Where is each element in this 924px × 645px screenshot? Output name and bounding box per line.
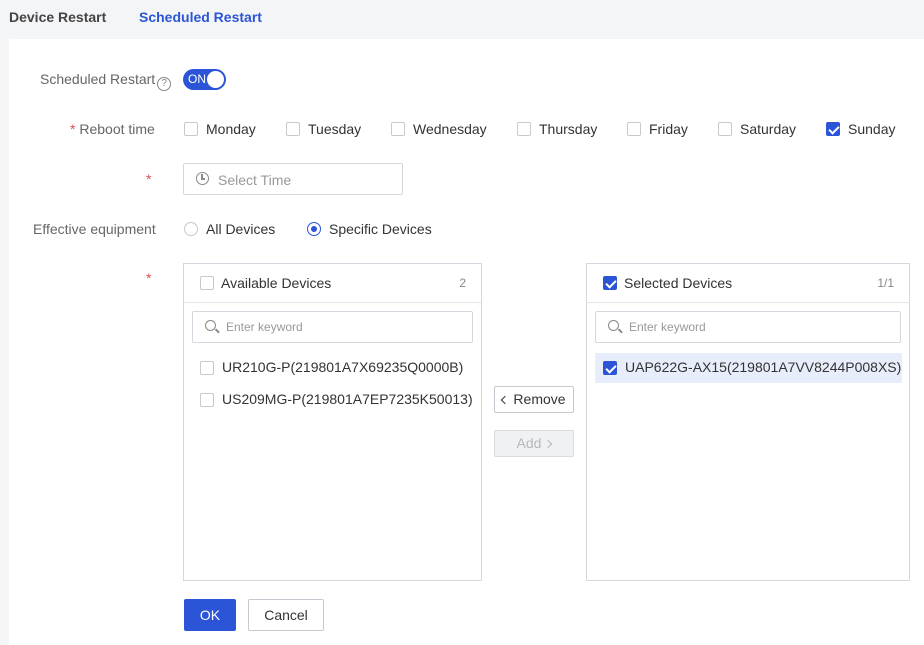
time-required-mark: * (146, 171, 152, 187)
devices-required-mark: * (146, 270, 152, 286)
available-devices-panel: Available Devices 2 Enter keyword UR210G… (183, 263, 482, 581)
scheduled-restart-toggle[interactable]: ON (183, 69, 226, 90)
list-item[interactable]: UAP622G-AX15(219801A7VV8244P008XS) (595, 353, 902, 383)
day-checkbox[interactable] (517, 122, 531, 136)
day-label: Monday (206, 121, 256, 137)
scheduled-restart-label: Scheduled Restart? (40, 71, 172, 91)
search-icon (205, 320, 216, 331)
item-label: UR210G-P(219801A7X69235Q0000B) (222, 359, 464, 375)
toggle-knob (207, 71, 224, 88)
toggle-text: ON (188, 72, 206, 86)
day-label: Wednesday (413, 121, 487, 137)
search-placeholder: Enter keyword (226, 320, 303, 334)
day-checkbox[interactable] (184, 122, 198, 136)
ok-button[interactable]: OK (184, 599, 236, 631)
day-checkbox[interactable] (286, 122, 300, 136)
add-button[interactable]: Add (494, 430, 574, 457)
clock-icon (196, 172, 209, 185)
reboot-time-label-text: Reboot time (79, 121, 155, 137)
selected-devices-panel: Selected Devices 1/1 Enter keyword UAP62… (586, 263, 910, 581)
selected-select-all-checkbox[interactable] (603, 276, 617, 290)
time-picker[interactable]: Select Time (183, 163, 403, 195)
item-label: UAP622G-AX15(219801A7VV8244P008XS) (625, 359, 902, 375)
tab-scheduled-restart[interactable]: Scheduled Restart (139, 9, 262, 25)
scheduled-restart-label-text: Scheduled Restart (40, 71, 156, 87)
chevron-left-icon (501, 395, 510, 405)
radio-label: Specific Devices (329, 221, 432, 237)
item-checkbox[interactable] (200, 393, 214, 407)
selected-search-input[interactable]: Enter keyword (595, 311, 901, 343)
radio-button[interactable] (184, 222, 198, 236)
remove-button[interactable]: Remove (494, 386, 574, 413)
help-icon[interactable]: ? (157, 77, 172, 91)
effective-equipment-label: Effective equipment (33, 221, 156, 237)
chevron-right-icon (544, 439, 553, 449)
item-checkbox[interactable] (200, 361, 214, 375)
day-label: Tuesday (308, 121, 362, 137)
day-label: Sunday (848, 121, 896, 137)
required-mark: * (70, 121, 76, 137)
add-button-label: Add (516, 435, 542, 451)
list-item[interactable]: UR210G-P(219801A7X69235Q0000B) (200, 353, 470, 383)
reboot-time-label: * Reboot time (70, 121, 155, 137)
radio-button[interactable] (307, 222, 321, 236)
available-search-input[interactable]: Enter keyword (192, 311, 473, 343)
selected-devices-header: Selected Devices 1/1 (587, 264, 909, 303)
day-checkbox[interactable] (627, 122, 641, 136)
time-placeholder: Select Time (218, 172, 292, 188)
selected-devices-title: Selected Devices (624, 275, 733, 291)
search-placeholder: Enter keyword (629, 320, 706, 334)
list-item[interactable]: US209MG-P(219801A7EP7235K50013) (200, 385, 473, 415)
available-devices-header: Available Devices 2 (184, 264, 481, 303)
tab-device-restart[interactable]: Device Restart (9, 9, 106, 25)
cancel-button[interactable]: Cancel (248, 599, 324, 631)
available-devices-title: Available Devices (221, 275, 332, 291)
remove-button-label: Remove (513, 391, 566, 407)
selected-devices-count: 1/1 (877, 276, 894, 290)
day-label: Friday (649, 121, 688, 137)
tab-bar: Device Restart Scheduled Restart (0, 0, 924, 38)
day-label: Saturday (740, 121, 797, 137)
day-label: Thursday (539, 121, 598, 137)
radio-label: All Devices (206, 221, 276, 237)
search-icon (608, 320, 619, 331)
available-devices-count: 2 (459, 276, 466, 290)
day-checkbox[interactable] (391, 122, 405, 136)
item-checkbox[interactable] (603, 361, 617, 375)
item-label: US209MG-P(219801A7EP7235K50013) (222, 391, 473, 407)
day-checkbox[interactable] (718, 122, 732, 136)
available-select-all-checkbox[interactable] (200, 276, 214, 290)
day-checkbox[interactable] (826, 122, 840, 136)
